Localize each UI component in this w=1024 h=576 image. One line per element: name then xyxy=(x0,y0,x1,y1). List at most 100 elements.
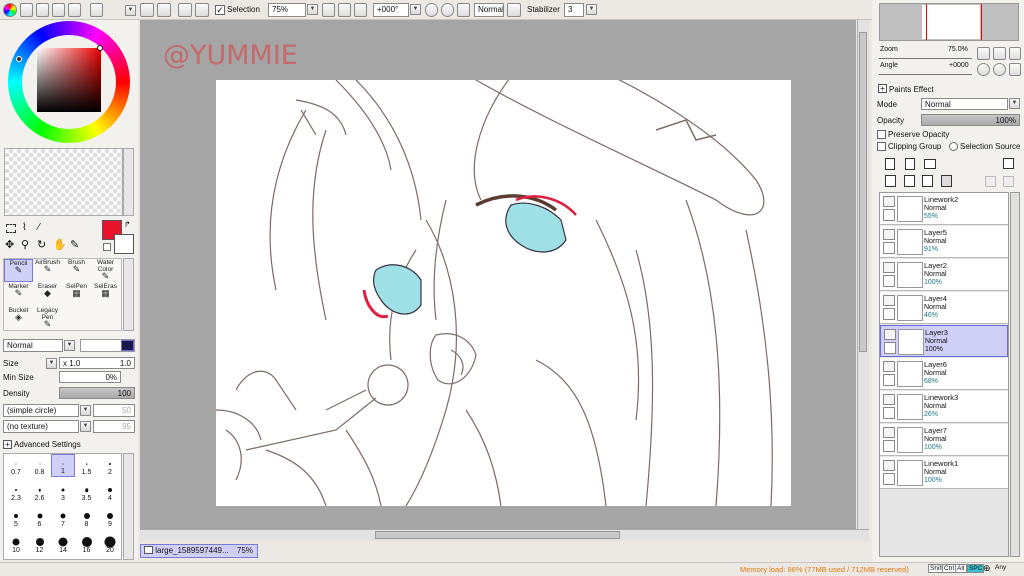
eye-icon[interactable] xyxy=(883,295,895,306)
merge-down-icon[interactable] xyxy=(904,175,915,187)
brush-size-cell[interactable]: 0.8 xyxy=(28,454,52,477)
brush-blend-field[interactable]: Normal xyxy=(3,339,63,352)
drawing-canvas[interactable] xyxy=(216,80,791,506)
pen-lock-icon[interactable] xyxy=(884,342,896,354)
min-size-slider[interactable]: 0% xyxy=(59,371,121,383)
tool-eraser[interactable]: Eraser ◆ xyxy=(33,283,62,306)
layer-select-checkbox[interactable] xyxy=(883,209,895,221)
layer-row[interactable]: Linework3 Normal 26% xyxy=(880,391,1008,423)
brush-size-cell[interactable]: 12 xyxy=(28,532,52,555)
eye-icon[interactable] xyxy=(883,460,895,471)
brush-size-cell[interactable]: 10 xyxy=(4,532,28,555)
layer-select-checkbox[interactable] xyxy=(883,275,895,287)
layer-row[interactable]: Linework1 Normal 100% xyxy=(880,457,1008,489)
layer-select-checkbox[interactable] xyxy=(883,440,895,452)
advanced-settings-label[interactable]: Advanced Settings xyxy=(14,440,81,449)
swap-colors-icon[interactable]: ↱ xyxy=(124,220,131,229)
selection-source-radio[interactable] xyxy=(949,142,958,151)
clear-layer-icon[interactable] xyxy=(922,175,933,187)
stabilizer-dropdown[interactable]: ▼ xyxy=(586,4,597,15)
brush-size-cell[interactable]: 3 xyxy=(51,480,75,503)
brush-size-cell[interactable]: 1.5 xyxy=(75,454,99,477)
nav-rotate-reset-icon[interactable] xyxy=(1009,63,1021,76)
shape-value[interactable]: 50 xyxy=(93,404,135,417)
rotate-reset-icon[interactable] xyxy=(457,3,470,17)
saturation-value-box[interactable] xyxy=(37,48,101,112)
canvas-vscroll-thumb[interactable] xyxy=(859,32,867,352)
eyedropper-icon[interactable]: ✎ xyxy=(70,238,79,251)
brush-size-cell[interactable]: 14 xyxy=(51,532,75,555)
brush-size-cell[interactable]: 3.5 xyxy=(75,480,99,503)
nav-rotate-left-icon[interactable] xyxy=(977,63,990,76)
tool-watercolor[interactable]: Water Color ✎ xyxy=(91,259,120,282)
brush-size-cell[interactable]: 5 xyxy=(4,506,28,529)
rotate-right-icon[interactable] xyxy=(441,3,454,17)
rotate-tool-icon[interactable]: ↻ xyxy=(37,238,46,251)
nav-zoom-in-icon[interactable] xyxy=(993,47,1006,60)
layer-select-checkbox[interactable] xyxy=(883,473,895,485)
scratchpad-tab-icon[interactable] xyxy=(68,3,81,17)
tool-legacy-pen[interactable]: Legacy Pen ✎ xyxy=(33,307,62,330)
brush-size-cell[interactable]: 20 xyxy=(98,532,121,555)
scratchpad-scrollbar[interactable] xyxy=(123,148,134,216)
layer-select-checkbox[interactable] xyxy=(883,374,895,386)
navigator-tab-icon[interactable] xyxy=(90,3,103,17)
layer-row[interactable]: Layer5 Normal 91% xyxy=(880,226,1008,258)
preserve-opacity-checkbox[interactable] xyxy=(877,130,886,139)
tool-brush[interactable]: Brush ✎ xyxy=(62,259,91,282)
layer-list-scrollbar[interactable] xyxy=(1010,192,1020,557)
layer-panel-toggle-icon[interactable] xyxy=(1003,158,1014,169)
zoom-out-icon[interactable] xyxy=(322,3,335,17)
eye-icon[interactable] xyxy=(883,229,895,240)
lasso-icon[interactable]: ⌇ xyxy=(22,223,34,234)
brush-size-cell[interactable]: 4 xyxy=(98,480,121,503)
brush-size-cell[interactable]: 16 xyxy=(75,532,99,555)
size-mult-field[interactable]: x 1.0 1.0 xyxy=(59,357,135,369)
layer-row-selected[interactable]: Layer3 Normal 100% xyxy=(880,325,1008,357)
layer-row[interactable]: Linework2 Normal 55% xyxy=(880,193,1008,225)
layer-row[interactable]: Layer2 Normal 100% xyxy=(880,259,1008,291)
magic-wand-icon[interactable]: ⁄ xyxy=(38,223,50,234)
brush-size-cell[interactable]: 9 xyxy=(98,506,121,529)
layer-row[interactable]: Layer7 Normal 100% xyxy=(880,424,1008,456)
shape-dropdown[interactable]: ▼ xyxy=(80,405,91,416)
brush-size-cell[interactable]: 6 xyxy=(28,506,52,529)
flip-icon[interactable] xyxy=(507,3,521,17)
tool-bucket[interactable]: Bucket ◈ xyxy=(4,307,33,330)
hue-marker[interactable] xyxy=(16,56,22,62)
transfer-down-icon[interactable] xyxy=(885,175,896,187)
blend-field[interactable]: Normal xyxy=(474,3,504,17)
size-dropdown[interactable]: ▼ xyxy=(46,358,57,369)
tool-pencil[interactable]: Pencil ✎ xyxy=(4,259,33,282)
tool-grid-scrollbar[interactable] xyxy=(123,258,134,331)
brush-size-cell[interactable]: 8 xyxy=(75,506,99,529)
brush-size-cell[interactable]: 0.7 xyxy=(4,454,28,477)
layer-select-checkbox[interactable] xyxy=(883,308,895,320)
paints-effect-expand-icon[interactable]: + xyxy=(878,84,887,93)
selection-checkbox[interactable]: ✓ xyxy=(215,5,225,15)
secondary-color-swatch[interactable] xyxy=(114,234,134,254)
nav-zoom-reset-icon[interactable] xyxy=(1009,47,1021,60)
brush-size-cell[interactable]: 2.6 xyxy=(28,480,52,503)
deselect-icon[interactable] xyxy=(140,3,154,17)
layer-row[interactable]: Layer4 Normal 46% xyxy=(880,292,1008,324)
paints-effect-label[interactable]: Paints Effect xyxy=(889,85,934,94)
texture-dropdown[interactable]: ▼ xyxy=(80,421,91,432)
select-rect-icon[interactable] xyxy=(6,224,16,233)
zoom-reset-icon[interactable] xyxy=(354,3,367,17)
tool-seleras[interactable]: SelEras ▦ xyxy=(91,283,120,306)
zoom-dropdown[interactable]: ▼ xyxy=(307,4,318,15)
panel-toggle-button[interactable]: ▼ xyxy=(125,5,136,16)
brush-size-cell[interactable]: 1 xyxy=(51,454,75,477)
brush-size-cell[interactable]: 2.3 xyxy=(4,480,28,503)
mode-field[interactable]: Normal xyxy=(921,98,1008,110)
shape-field[interactable]: (simple circle) xyxy=(3,404,79,417)
density-slider[interactable]: 100 xyxy=(59,387,135,399)
transparent-color-icon[interactable] xyxy=(103,243,111,251)
color-wheel-tab-icon[interactable] xyxy=(3,3,17,17)
tool-selpen[interactable]: SelPen ▦ xyxy=(62,283,91,306)
mode-dropdown[interactable]: ▼ xyxy=(1009,98,1020,109)
navigator-viewport[interactable] xyxy=(926,4,982,40)
nav-zoom-out-icon[interactable] xyxy=(977,47,990,60)
eye-icon[interactable] xyxy=(883,427,895,438)
